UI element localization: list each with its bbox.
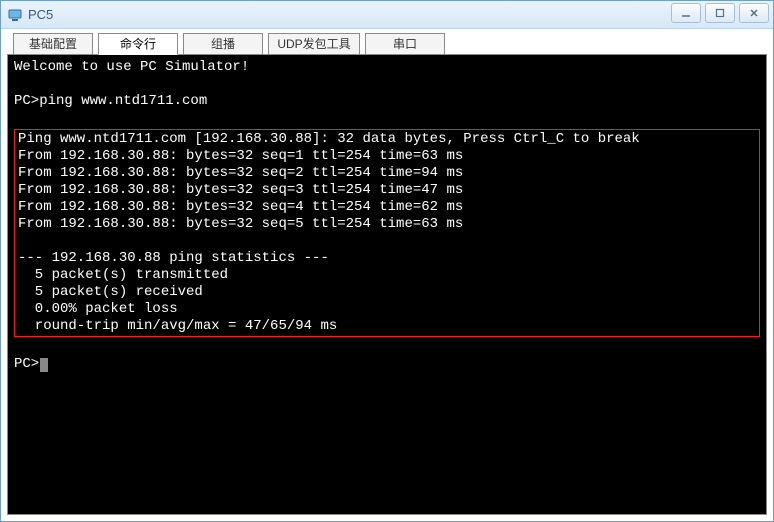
app-icon (7, 7, 23, 23)
app-window: PC5 基础配置 命令行 组播 UDP发包工具 串口 Welcome to us… (0, 0, 774, 522)
terminal-line: round-trip min/avg/max = 47/65/94 ms (18, 318, 337, 334)
terminal-line: From 192.168.30.88: bytes=32 seq=1 ttl=2… (18, 148, 463, 164)
terminal-cursor (40, 358, 48, 372)
tab-udp-tool[interactable]: UDP发包工具 (268, 33, 360, 55)
terminal-line: --- 192.168.30.88 ping statistics --- (18, 250, 329, 266)
terminal-container: Welcome to use PC Simulator! PC>ping www… (7, 54, 767, 515)
maximize-button[interactable] (705, 3, 735, 23)
terminal-prompt: PC> (14, 356, 39, 372)
highlighted-output: Ping www.ntd1711.com [192.168.30.88]: 32… (14, 129, 760, 337)
terminal-line: From 192.168.30.88: bytes=32 seq=3 ttl=2… (18, 182, 463, 198)
client-area: 基础配置 命令行 组播 UDP发包工具 串口 Welcome to use PC… (1, 29, 773, 521)
tab-bar: 基础配置 命令行 组播 UDP发包工具 串口 (13, 33, 767, 55)
tab-basic-config[interactable]: 基础配置 (13, 33, 93, 55)
terminal-line: 5 packet(s) transmitted (18, 267, 228, 283)
terminal-line: From 192.168.30.88: bytes=32 seq=4 ttl=2… (18, 199, 463, 215)
terminal-line: From 192.168.30.88: bytes=32 seq=5 ttl=2… (18, 216, 463, 232)
terminal-line: Ping www.ntd1711.com [192.168.30.88]: 32… (18, 131, 640, 147)
terminal-line: 0.00% packet loss (18, 301, 178, 317)
terminal-line: PC>ping www.ntd1711.com (14, 93, 207, 109)
close-button[interactable] (739, 3, 769, 23)
window-title: PC5 (28, 7, 53, 22)
terminal-line: From 192.168.30.88: bytes=32 seq=2 ttl=2… (18, 165, 463, 181)
terminal-line: 5 packet(s) received (18, 284, 203, 300)
tab-command-line[interactable]: 命令行 (98, 33, 178, 55)
tab-serial[interactable]: 串口 (365, 33, 445, 55)
terminal-output[interactable]: Welcome to use PC Simulator! PC>ping www… (14, 59, 760, 373)
minimize-button[interactable] (671, 3, 701, 23)
window-controls (671, 3, 769, 23)
tab-multicast[interactable]: 组播 (183, 33, 263, 55)
terminal-line: Welcome to use PC Simulator! (14, 59, 249, 75)
title-bar: PC5 (1, 1, 773, 29)
